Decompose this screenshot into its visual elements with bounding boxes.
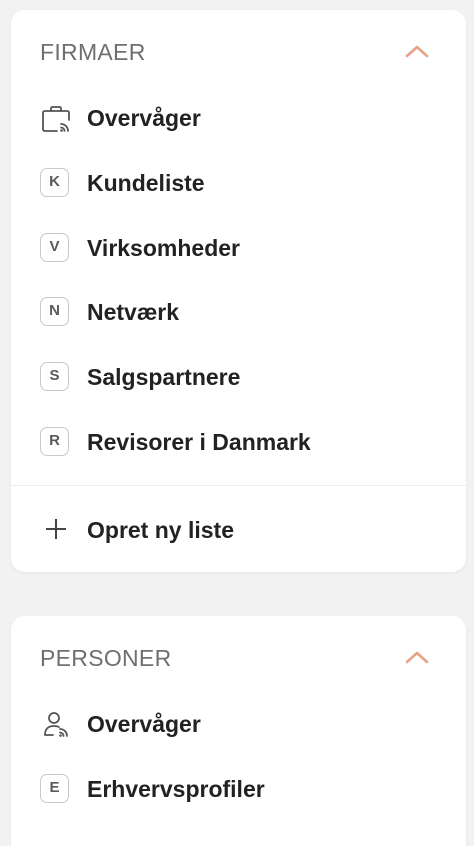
firmaer-header[interactable]: FIRMAER bbox=[11, 10, 466, 94]
sidebar-item-label: Kundeliste bbox=[87, 170, 205, 196]
sidebar-item-label: Overvåger bbox=[87, 711, 201, 737]
sidebar-item-overvager-firmaer[interactable]: Overvåger bbox=[11, 85, 466, 149]
sidebar-item-overvager-personer[interactable]: Overvåger bbox=[11, 691, 466, 755]
sidebar-item-virksomheder[interactable]: V Virksomheder bbox=[11, 215, 466, 279]
create-list-label: Opret ny liste bbox=[87, 517, 234, 543]
personer-section: PERSONER Overvåger E Erhvervsprofiler bbox=[11, 616, 466, 846]
letter-s-icon: S bbox=[40, 362, 69, 391]
chevron-up-icon[interactable] bbox=[405, 650, 429, 664]
firmaer-title: FIRMAER bbox=[40, 39, 146, 65]
letter-v-icon: V bbox=[40, 233, 69, 262]
plus-icon bbox=[46, 519, 66, 539]
letter-r-icon: R bbox=[40, 427, 69, 456]
sidebar-item-erhvervsprofiler[interactable]: E Erhvervsprofiler bbox=[11, 756, 466, 820]
letter-k-icon: K bbox=[40, 168, 69, 197]
sidebar-item-label: Revisorer i Danmark bbox=[87, 429, 311, 455]
create-list-button[interactable]: Opret ny liste bbox=[11, 497, 466, 561]
letter-n-icon: N bbox=[40, 297, 69, 326]
sidebar-item-label: Overvåger bbox=[87, 105, 201, 131]
chevron-up-icon[interactable] bbox=[405, 44, 429, 58]
sidebar-item-label: Erhvervsprofiler bbox=[87, 776, 265, 802]
sidebar-item-salgspartnere[interactable]: S Salgspartnere bbox=[11, 344, 466, 408]
sidebar-item-kundeliste[interactable]: K Kundeliste bbox=[11, 150, 466, 214]
personer-title: PERSONER bbox=[40, 645, 172, 671]
sidebar-item-revisorer-i-danmark[interactable]: R Revisorer i Danmark bbox=[11, 409, 466, 473]
firmaer-section: FIRMAER Overvåger K Kundeliste V Virksom… bbox=[11, 10, 466, 572]
sidebar-item-netvaerk[interactable]: N Netværk bbox=[11, 279, 466, 343]
sidebar-item-label: Netværk bbox=[87, 299, 180, 325]
personer-header[interactable]: PERSONER bbox=[11, 616, 466, 700]
letter-e-icon: E bbox=[40, 774, 69, 803]
divider bbox=[11, 485, 466, 486]
sidebar-item-label: Salgspartnere bbox=[87, 364, 241, 390]
sidebar-item-label: Virksomheder bbox=[87, 235, 240, 261]
person-monitor-icon bbox=[44, 712, 68, 737]
briefcase-monitor-icon bbox=[42, 106, 70, 132]
